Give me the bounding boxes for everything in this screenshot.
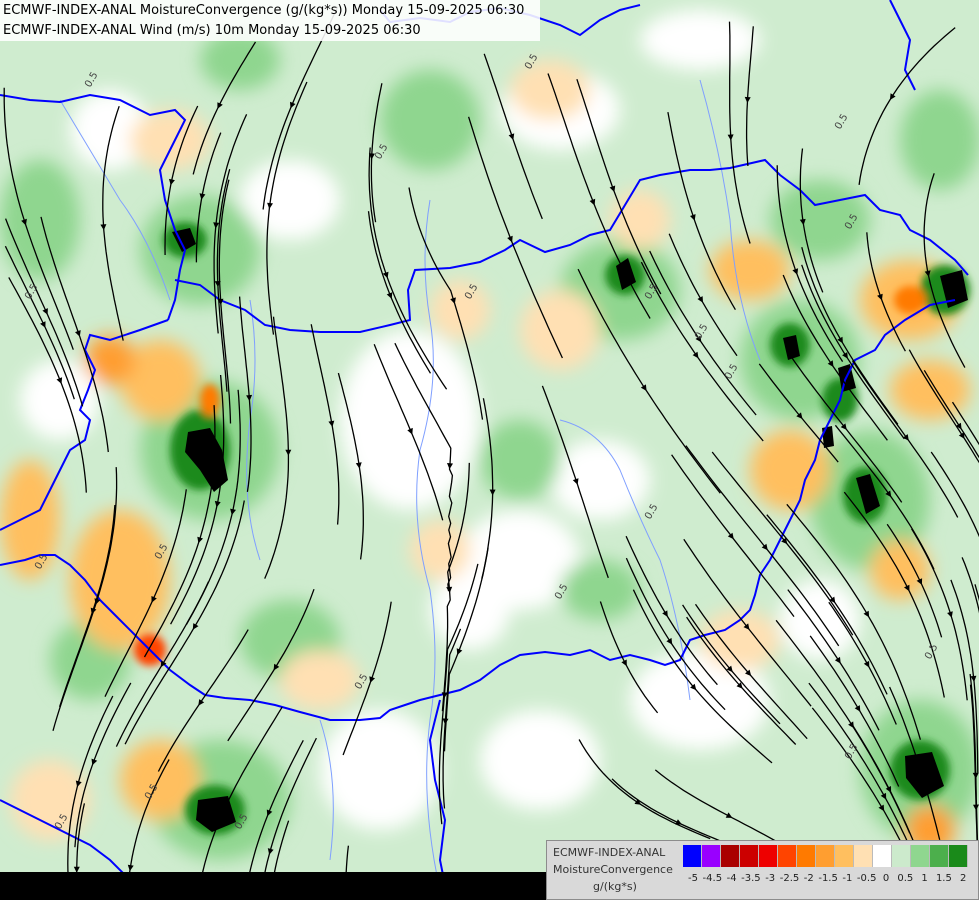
legend-tick-label: -1 bbox=[842, 873, 853, 884]
legend-tick-label: -0.5 bbox=[856, 873, 877, 884]
legend-variable: MoistureConvergence bbox=[553, 863, 673, 876]
legend-swatch bbox=[949, 845, 968, 867]
legend-tick-label: -1.5 bbox=[818, 873, 838, 884]
legend-tick-label: -5 bbox=[688, 873, 698, 884]
legend-ticks: -5 -4.5 -4 -3.5 -3 -2.5 -2 -1.5 -1 -0.5 0 0.5 1 1.5 2 bbox=[683, 873, 978, 887]
legend-tick-label: 1.5 bbox=[935, 873, 952, 884]
legend-tick-label: -3 bbox=[765, 873, 776, 884]
legend-swatch bbox=[759, 845, 778, 867]
title-wind: ECMWF-INDEX-ANAL Wind (m/s) 10m Monday 1… bbox=[3, 23, 421, 38]
legend-source: ECMWF-INDEX-ANAL bbox=[553, 846, 666, 859]
legend-swatch bbox=[683, 845, 702, 867]
legend-swatch bbox=[778, 845, 797, 867]
legend-swatch bbox=[854, 845, 873, 867]
legend-tick-label: 1 bbox=[921, 873, 928, 884]
legend-tick-label: -4 bbox=[726, 873, 737, 884]
legend-swatch bbox=[740, 845, 759, 867]
color-legend: ECMWF-INDEX-ANAL MoistureConvergence g/(… bbox=[546, 840, 979, 900]
legend-swatch bbox=[873, 845, 892, 867]
legend-swatch bbox=[892, 845, 911, 867]
legend-tick-label: -4.5 bbox=[702, 873, 723, 884]
legend-tick-label: 0.5 bbox=[897, 873, 914, 884]
map-title-box: ECMWF-INDEX-ANAL MoistureConvergence (g/… bbox=[0, 0, 540, 41]
legend-swatch bbox=[930, 845, 949, 867]
legend-swatch bbox=[835, 845, 854, 867]
legend-swatch bbox=[721, 845, 740, 867]
weather-map: 0.50.50.50.50.50.50.50.50.50.50.50.50.50… bbox=[0, 0, 979, 900]
title-moisture-convergence: ECMWF-INDEX-ANAL MoistureConvergence (g/… bbox=[3, 3, 525, 18]
legend-tick-label: -2 bbox=[803, 873, 814, 884]
legend-swatch bbox=[702, 845, 721, 867]
legend-tick-label: -3.5 bbox=[741, 873, 761, 884]
legend-tick-label: -2.5 bbox=[779, 873, 800, 884]
legend-unit: g/(kg*s) bbox=[593, 880, 637, 893]
legend-swatch bbox=[911, 845, 930, 867]
legend-tick-label: 2 bbox=[960, 873, 967, 884]
legend-swatch bbox=[816, 845, 835, 867]
legend-swatches bbox=[683, 845, 973, 867]
legend-tick-label: 0 bbox=[882, 873, 890, 884]
legend-swatch bbox=[797, 845, 816, 867]
